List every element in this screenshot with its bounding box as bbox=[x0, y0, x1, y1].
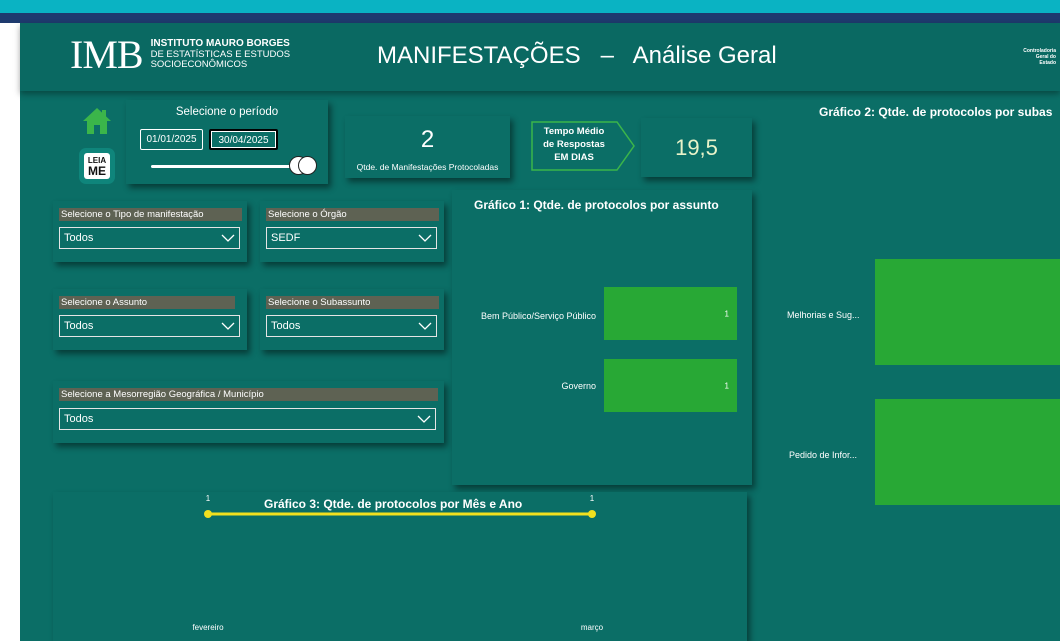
imb-logo: IMB INSTITUTO MAURO BORGES DE ESTATÍSTIC… bbox=[70, 35, 290, 75]
end-date-input[interactable]: 30/04/2025 bbox=[209, 129, 278, 150]
period-card: Selecione o período 01/01/2025 30/04/202… bbox=[126, 100, 328, 184]
filter-assunto-label: Selecione o Assunto bbox=[59, 296, 235, 309]
report-header: IMB INSTITUTO MAURO BORGES DE ESTATÍSTIC… bbox=[20, 23, 1060, 91]
cge-logo: Controladoria Geral do Estado bbox=[1006, 48, 1056, 66]
chart-1-bar-value: 1 bbox=[724, 381, 729, 390]
start-date-input[interactable]: 01/01/2025 bbox=[140, 129, 203, 150]
chart-2-category-label: Pedido de Infor... bbox=[789, 450, 858, 460]
filter-orgao-dropdown[interactable]: SEDF bbox=[266, 227, 437, 249]
chart-3-x-tick-label: março bbox=[581, 623, 604, 632]
logo-line-3: SOCIOECONÔMICOS bbox=[150, 59, 248, 71]
leia-line-2: ME bbox=[88, 164, 106, 178]
page-title: MANIFESTAÇÕES – Análise Geral bbox=[377, 42, 777, 69]
logo-mark: IMB bbox=[70, 32, 144, 77]
period-slider-end-handle[interactable] bbox=[298, 156, 317, 175]
top-accent-bar bbox=[0, 13, 1060, 23]
left-margin-strip bbox=[0, 23, 20, 641]
chart-2-category-label: Melhorias e Sug... bbox=[787, 310, 860, 320]
cge-line-3: Estado bbox=[1039, 60, 1056, 66]
filter-tipo-value: Todos bbox=[64, 232, 94, 244]
chart-1-card: Gráfico 1: Qtde. de protocolos por assun… bbox=[452, 190, 752, 485]
period-title: Selecione o período bbox=[175, 106, 279, 118]
chart-3-x-tick-label: fevereiro bbox=[192, 623, 224, 632]
filter-subassunto-label: Selecione o Subassunto bbox=[266, 296, 439, 309]
filter-mesorregiao-value: Todos bbox=[64, 413, 94, 425]
chart-1-bar[interactable]: 1 bbox=[604, 359, 737, 412]
avg-time-kpi-value: 19,5 bbox=[675, 135, 718, 160]
chart-3-point[interactable] bbox=[588, 510, 596, 518]
chart-1-bar[interactable]: 1 bbox=[604, 287, 737, 340]
home-button[interactable] bbox=[80, 104, 114, 138]
chart-2-bar[interactable] bbox=[875, 399, 1060, 505]
chart-1-category-label: Governo bbox=[561, 381, 596, 391]
chart-1-bar-value: 1 bbox=[724, 309, 729, 318]
filter-subassunto-card: Selecione o Subassunto Todos bbox=[260, 289, 444, 350]
leia-me-icon: LEIA ME bbox=[84, 153, 110, 179]
chevron-down-icon bbox=[418, 322, 432, 330]
chart-2-bar[interactable] bbox=[875, 259, 1060, 365]
leia-me-button[interactable]: LEIA ME bbox=[79, 148, 115, 184]
chart-3-plot: 1 fevereiro 1 março bbox=[192, 494, 604, 632]
chart-2-card: Gráfico 2: Qtde. de protocolos por subas… bbox=[768, 100, 1060, 641]
avg-time-label-line-2: de Respostas bbox=[543, 139, 605, 150]
chart-3-data-label: 1 bbox=[206, 494, 211, 503]
filter-tipo-card: Selecione o Tipo de manifestação Todos bbox=[53, 201, 247, 262]
chart-3-point[interactable] bbox=[204, 510, 212, 518]
avg-time-label: Tempo Médio de Respostas EM DIAS bbox=[531, 125, 617, 164]
filter-mesorregiao-card: Selecione a Mesorregião Geográfica / Mun… bbox=[53, 381, 444, 443]
chart-3-card: Gráfico 3: Qtde. de protocolos por Mês e… bbox=[53, 492, 747, 641]
filter-subassunto-value: Todos bbox=[271, 320, 301, 332]
count-kpi-card: 2 Qtde. de Manifestações Protocoladas bbox=[345, 116, 510, 178]
avg-time-label-line-3: EM DIAS bbox=[554, 152, 594, 163]
filter-tipo-dropdown[interactable]: Todos bbox=[59, 227, 240, 249]
filter-assunto-value: Todos bbox=[64, 320, 94, 332]
count-kpi-value: 2 bbox=[420, 126, 435, 153]
home-icon bbox=[83, 108, 111, 134]
chevron-down-icon bbox=[221, 322, 235, 330]
logo-text: INSTITUTO MAURO BORGES DE ESTATÍSTICAS E… bbox=[151, 39, 291, 71]
filter-assunto-card: Selecione o Assunto Todos bbox=[53, 289, 247, 350]
filter-mesorregiao-label: Selecione a Mesorregião Geográfica / Mun… bbox=[59, 388, 438, 401]
chevron-down-icon bbox=[418, 234, 432, 242]
filter-assunto-dropdown[interactable]: Todos bbox=[59, 315, 240, 337]
chart-1-category-label: Bem Público/Serviço Público bbox=[480, 311, 596, 321]
avg-time-kpi-card: 19,5 bbox=[641, 118, 752, 177]
chevron-down-icon bbox=[221, 234, 235, 242]
filter-tipo-label: Selecione o Tipo de manifestação bbox=[59, 208, 242, 221]
filter-orgao-card: Selecione o Órgão SEDF bbox=[260, 201, 444, 262]
avg-time-label-line-1: Tempo Médio bbox=[543, 126, 605, 137]
filter-subassunto-dropdown[interactable]: Todos bbox=[266, 315, 437, 337]
filter-orgao-label: Selecione o Órgão bbox=[266, 208, 439, 221]
chevron-down-icon bbox=[417, 415, 431, 423]
count-kpi-caption: Qtde. de Manifestações Protocoladas bbox=[356, 162, 499, 172]
chart-1-title: Gráfico 1: Qtde. de protocolos por assun… bbox=[474, 198, 719, 212]
chart-2-title: Gráfico 2: Qtde. de protocolos por subas bbox=[819, 105, 1053, 119]
period-slider-track[interactable] bbox=[151, 165, 301, 168]
filter-mesorregiao-dropdown[interactable]: Todos bbox=[59, 408, 436, 430]
chart-3-data-label: 1 bbox=[590, 494, 595, 503]
filter-orgao-value: SEDF bbox=[271, 232, 301, 244]
